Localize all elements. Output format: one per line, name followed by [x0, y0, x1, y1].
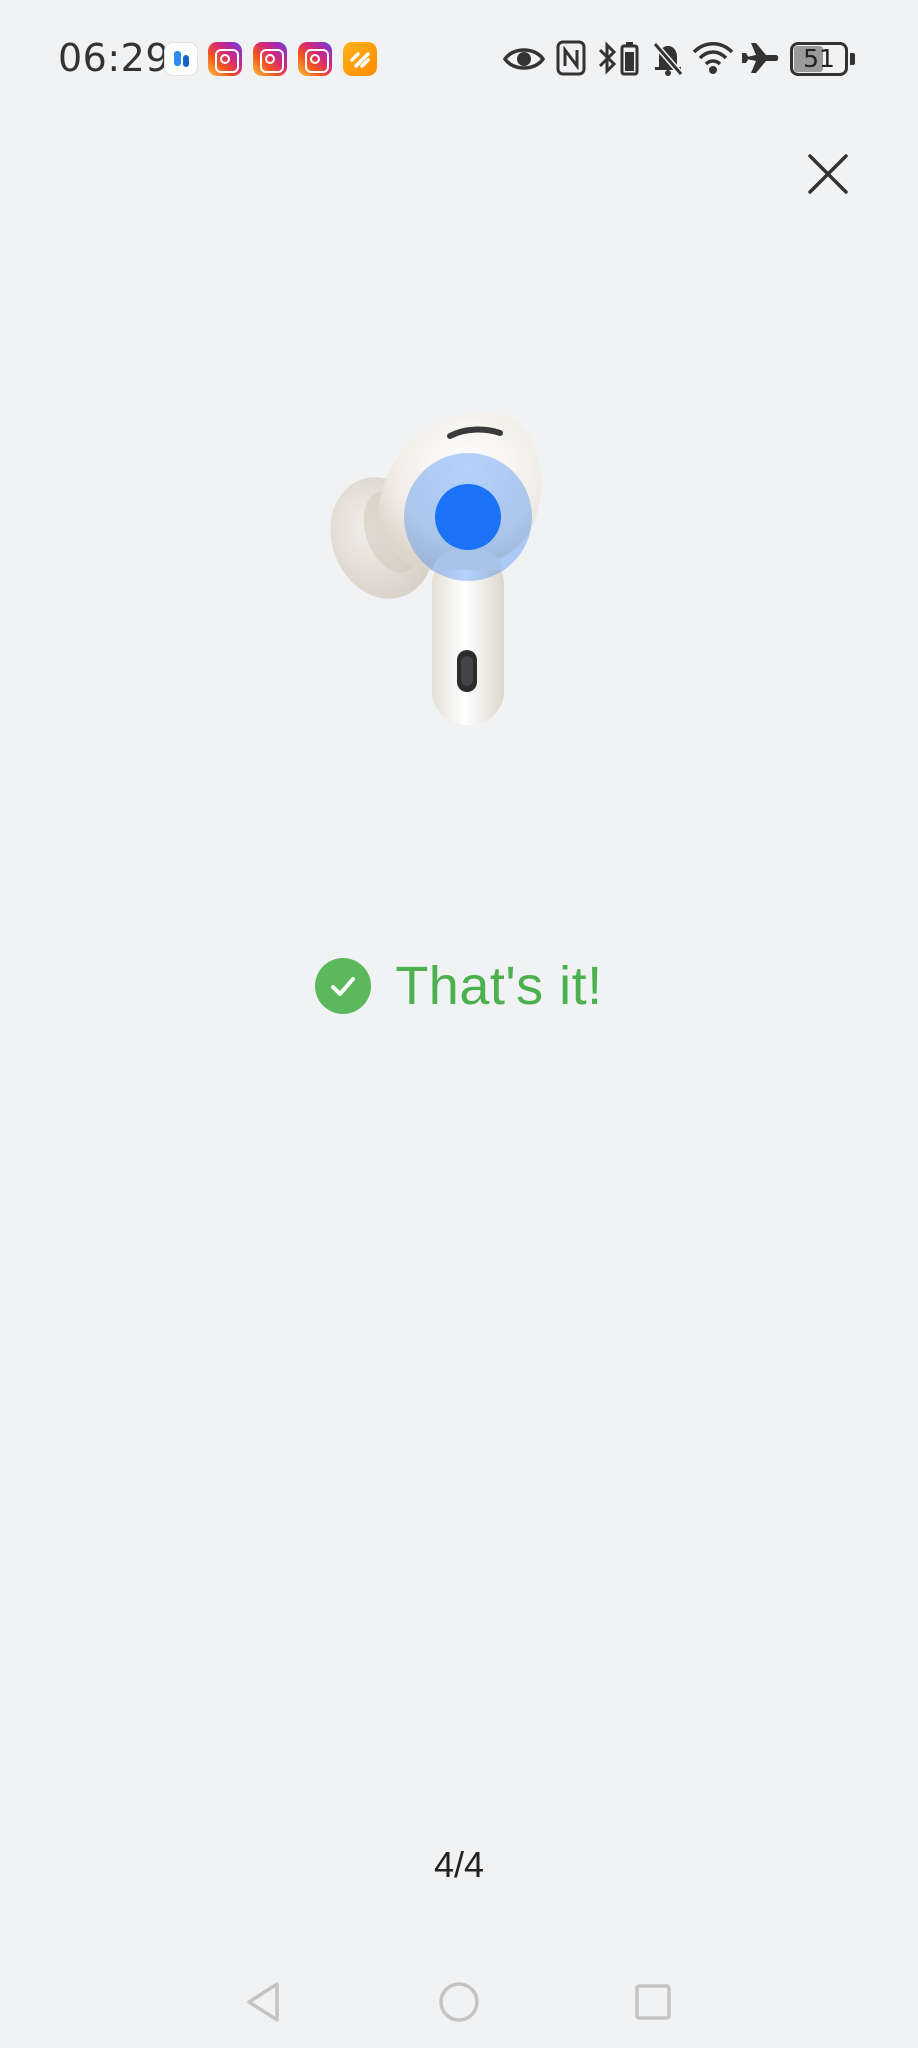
earbud-illustration: [330, 413, 542, 725]
wifi-icon: [692, 42, 734, 74]
instagram-icon: [298, 42, 332, 76]
orange-app-icon: [343, 42, 377, 76]
eye-icon: [503, 48, 545, 70]
navigation-bar: [0, 1960, 918, 2048]
app-notification-icon: [164, 42, 198, 76]
recent-apps-icon: [635, 1984, 671, 2020]
recent-apps-button[interactable]: [623, 1972, 683, 2032]
check-circle-icon: [315, 958, 372, 1014]
close-icon: [808, 154, 848, 194]
nfc-icon: [556, 40, 586, 76]
battery-icon: 51: [790, 42, 856, 76]
bell-muted-icon: [652, 42, 684, 76]
screen: 06:29 51 That's it! 4/4: [0, 0, 918, 2048]
airplane-icon: [742, 43, 779, 73]
page-indicator: 4/4: [433, 1844, 485, 1885]
bluetooth-battery-icon: [598, 41, 639, 76]
battery-level: 51: [803, 44, 835, 73]
success-message-row: That's it!: [0, 955, 918, 1017]
instagram-icon: [208, 42, 242, 76]
status-time: 06:29: [58, 36, 171, 80]
status-bar: 06:29 51: [0, 0, 918, 118]
back-button[interactable]: [233, 1972, 293, 2032]
back-icon: [247, 1982, 279, 2022]
success-message: That's it!: [395, 956, 603, 1016]
home-icon: [439, 1982, 479, 2022]
instagram-icon: [253, 42, 287, 76]
home-button[interactable]: [429, 1972, 489, 2032]
close-button[interactable]: [796, 142, 860, 206]
